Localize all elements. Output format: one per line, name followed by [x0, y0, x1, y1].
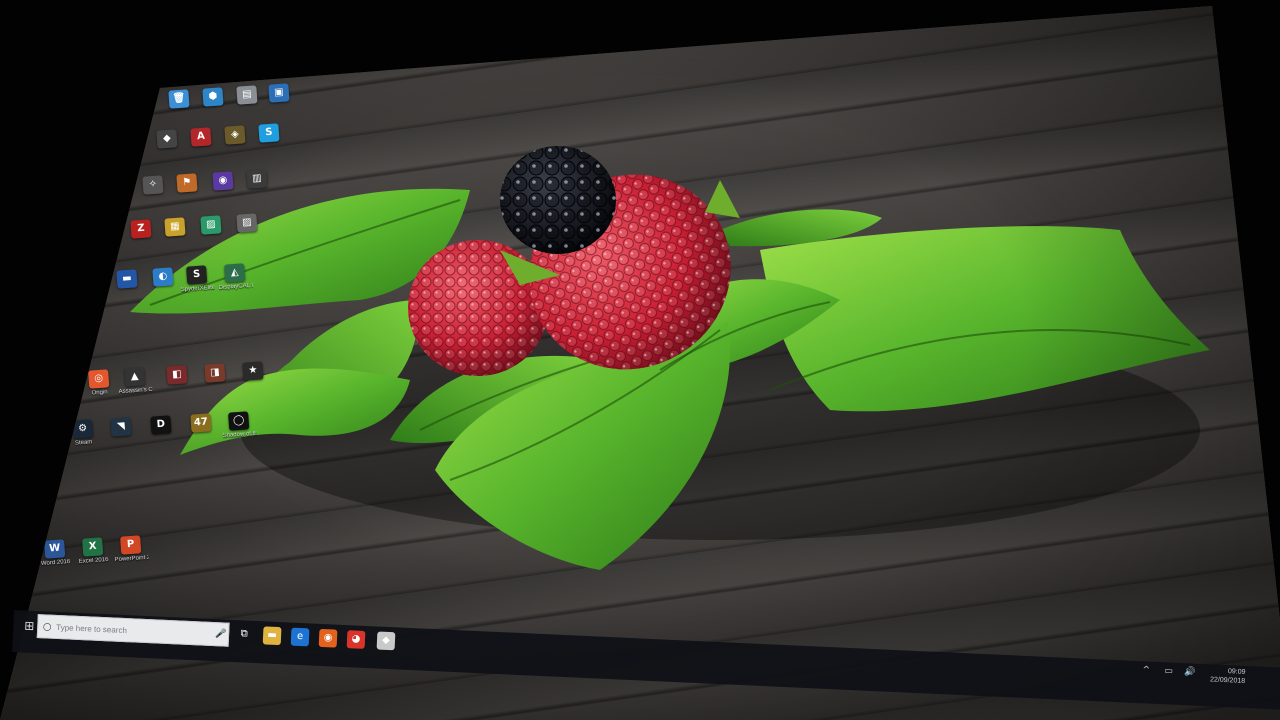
icon-game-1[interactable]: ◆ [149, 129, 184, 151]
icon-app-11-glyph-icon: ◉ [212, 171, 234, 191]
icon-app-17[interactable]: ▬ [109, 269, 144, 291]
network-icon[interactable]: ▭ [1164, 666, 1173, 676]
icon-filezilla-glyph-icon: Z [130, 219, 152, 239]
icon-skype-glyph-icon: S [258, 123, 280, 143]
icon-app-15[interactable]: ▧ [193, 215, 228, 237]
icon-app-14-glyph-icon: ▦ [164, 217, 186, 237]
icon-word-glyph-icon: W [44, 539, 66, 559]
icon-app-10-glyph-icon: ⚑ [176, 173, 198, 193]
icon-game-2[interactable]: A [183, 127, 218, 149]
file-explorer-button[interactable]: ▬ [262, 626, 282, 646]
icon-filezilla[interactable]: Z [123, 219, 158, 241]
chrome-button[interactable]: ◕ [346, 630, 366, 649]
icon-app-16-glyph-icon: ▨ [236, 213, 258, 233]
volume-icon[interactable]: 🔊 [1184, 667, 1196, 677]
icon-app-3-glyph-icon: ▤ [236, 85, 258, 105]
search-box[interactable]: ○ Type here to search 🎤 [36, 614, 230, 647]
icon-steam[interactable]: ⚙ Steam [65, 419, 101, 448]
icon-app-11[interactable]: ◉ [205, 171, 240, 193]
icon-hitman-glyph-icon: 47 [190, 413, 212, 433]
icon-app-2[interactable]: ⬢ [195, 87, 230, 109]
app-button[interactable]: ◆ [376, 631, 396, 651]
icon-displaycal[interactable]: ◭DisplayCAL Display 3 [217, 263, 253, 292]
icon-dirt[interactable]: D [143, 415, 178, 437]
show-hidden-icons-icon[interactable]: ^ [1142, 665, 1150, 675]
microphone-icon[interactable]: 🎤 [214, 629, 228, 640]
desktop-screen: 🗑 ⬢ ▤ ▣ ◆ A ◈ S ✧ ⚑ ◉ ▥ Z ▦ ▧ ▨ ▬ ◐SSpyderXElite 5.2◭Disp… [0, 6, 1280, 720]
icon-call-of-duty[interactable]: ◥ [103, 417, 138, 439]
icon-assassins-creed-glyph-icon: ▲ [124, 367, 146, 387]
icon-app-12-glyph-icon: ▥ [246, 169, 268, 189]
icon-app-9[interactable]: ✧ [135, 175, 170, 197]
icon-app-12[interactable]: ▥ [239, 169, 274, 191]
icon-app-4-glyph-icon: ▣ [268, 83, 290, 103]
icon-game-3[interactable]: ◈ [217, 125, 252, 147]
icon-app-18-glyph-icon: ◐ [152, 267, 174, 287]
search-placeholder: Type here to search [56, 622, 128, 635]
icon-spyder-glyph-icon: S [186, 265, 208, 285]
icon-dirt-glyph-icon: D [150, 415, 172, 435]
icon-spyder[interactable]: SSpyderXElite 5.2 [179, 265, 215, 294]
icon-displaycal-glyph-icon: ◭ [224, 263, 246, 283]
icon-app-9-glyph-icon: ✧ [142, 175, 164, 195]
icon-game-24-glyph-icon: ◨ [204, 363, 226, 383]
task-view-button[interactable]: ⧉ [235, 625, 254, 644]
icon-game-24[interactable]: ◨ [197, 363, 232, 385]
icon-game-1-glyph-icon: ◆ [156, 129, 178, 149]
search-icon: ○ [42, 620, 52, 633]
icon-app-15-glyph-icon: ▧ [200, 215, 222, 235]
icon-excel-glyph-icon: X [82, 537, 104, 557]
icon-call-of-duty-glyph-icon: ◥ [110, 417, 132, 437]
icon-origin[interactable]: ◎ Origin [81, 369, 117, 398]
icon-steam-glyph-icon: ⚙ [72, 419, 94, 439]
icon-excel[interactable]: X Excel 2016 [75, 537, 111, 566]
icon-origin-glyph-icon: ◎ [88, 369, 110, 389]
icon-hitman[interactable]: 47 [183, 413, 218, 435]
firefox-button[interactable]: ◉ [318, 628, 338, 648]
icon-assassins-creed[interactable]: ▲ Assassin's Creed [117, 367, 153, 396]
icon-word[interactable]: W Word 2016 [37, 539, 73, 568]
icon-recycle-bin-glyph-icon: 🗑 [168, 89, 190, 109]
icon-app-14[interactable]: ▦ [157, 217, 192, 239]
windows-logo-icon: ⊞ [23, 618, 35, 633]
icon-app-16[interactable]: ▨ [229, 213, 264, 235]
icon-app-3[interactable]: ▤ [229, 85, 264, 107]
clock-date: 22/09/2018 [1209, 676, 1246, 685]
icon-shadow[interactable]: ◯Shadow of the Tomb [221, 411, 257, 440]
icon-star[interactable]: ★ [235, 361, 270, 383]
icon-powerpoint[interactable]: P PowerPoint 2016 [113, 535, 149, 564]
icon-app-17-glyph-icon: ▬ [116, 269, 138, 289]
icon-app-18[interactable]: ◐ [145, 267, 180, 289]
icon-star-glyph-icon: ★ [242, 361, 264, 381]
icon-game-3-glyph-icon: ◈ [224, 125, 246, 145]
icon-app-2-glyph-icon: ⬢ [202, 87, 224, 107]
icon-game-2-glyph-icon: A [190, 127, 212, 147]
icon-shadow-glyph-icon: ◯ [228, 411, 250, 431]
icon-skype[interactable]: S [251, 123, 286, 145]
icon-app-4[interactable]: ▣ [261, 83, 296, 105]
system-clock[interactable]: 09:09 22/09/2018 [1210, 666, 1246, 686]
icon-powerpoint-glyph-icon: P [120, 535, 142, 555]
edge-button[interactable]: e [290, 627, 310, 647]
icon-app-10[interactable]: ⚑ [169, 173, 204, 195]
icon-recycle-bin[interactable]: 🗑 [161, 89, 196, 111]
icon-game-23[interactable]: ◧ [159, 365, 194, 387]
icon-game-23-glyph-icon: ◧ [166, 365, 188, 385]
